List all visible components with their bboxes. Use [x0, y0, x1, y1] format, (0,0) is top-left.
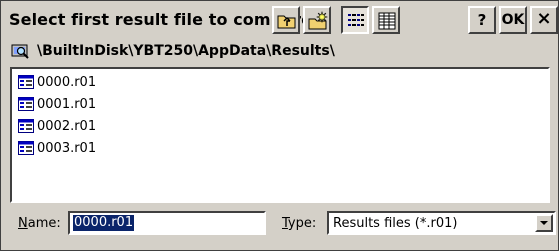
dialog-title: Select first result file to compare: [9, 10, 313, 29]
list-view-button[interactable]: [341, 6, 369, 34]
ok-button[interactable]: OK: [499, 6, 527, 34]
new-folder-button[interactable]: [303, 6, 331, 34]
type-select-value: Results files (*.r01): [333, 216, 458, 231]
name-label: Name:: [18, 216, 61, 231]
file-name: 0001.r01: [37, 96, 97, 112]
new-folder-icon: [308, 11, 328, 30]
type-select[interactable]: Results files (*.r01): [327, 211, 556, 235]
details-view-icon: [378, 12, 396, 30]
details-view-button[interactable]: [372, 6, 400, 34]
close-icon: ×: [536, 8, 552, 29]
file-open-dialog: Select first result file to compare ? OK…: [0, 0, 559, 251]
list-item[interactable]: 0001.r01: [18, 95, 96, 113]
help-label: ?: [477, 11, 487, 29]
list-view-icon: [348, 14, 364, 26]
up-folder-button[interactable]: [272, 6, 300, 34]
file-name: 0000.r01: [37, 74, 97, 90]
dropdown-button[interactable]: [535, 214, 553, 232]
name-input[interactable]: 0000.r01: [68, 211, 266, 235]
result-file-icon: [18, 75, 34, 89]
file-name: 0002.r01: [37, 118, 97, 134]
name-label-accel: N: [18, 216, 28, 231]
list-item[interactable]: 0003.r01: [18, 139, 96, 157]
help-button[interactable]: ?: [468, 6, 496, 34]
close-button[interactable]: ×: [530, 6, 558, 34]
chevron-down-icon: [540, 221, 548, 225]
name-input-value: 0000.r01: [73, 215, 135, 231]
path-text: \BuiltInDisk\YBT250\AppData\Results\: [37, 43, 335, 59]
ok-label: OK: [501, 12, 525, 28]
list-item[interactable]: 0002.r01: [18, 117, 96, 135]
result-file-icon: [18, 141, 34, 155]
file-name: 0003.r01: [37, 140, 97, 156]
type-label-rest: ype:: [287, 216, 317, 231]
result-file-icon: [18, 119, 34, 133]
name-label-rest: ame:: [27, 216, 61, 231]
file-list[interactable]: 0000.r01 0001.r01 0002.r01 0003.r01: [10, 67, 550, 203]
folder-up-icon: [277, 15, 296, 29]
list-item[interactable]: 0000.r01: [18, 73, 96, 91]
result-file-icon: [18, 97, 34, 111]
type-label: Type:: [282, 216, 316, 231]
current-path: \BuiltInDisk\YBT250\AppData\Results\: [11, 41, 335, 61]
folder-search-icon: [11, 44, 29, 59]
